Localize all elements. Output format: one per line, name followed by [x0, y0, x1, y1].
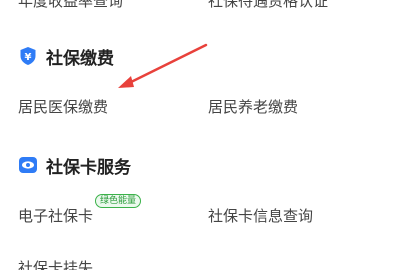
- card-info-query-link[interactable]: 社保卡信息查询: [208, 206, 313, 226]
- red-arrow-annotation: [118, 43, 208, 88]
- social-security-services-page: 年度收益率查询 社保待遇资格认证 ¥ 社保缴费 居民医保缴费 居民养老缴费 社保…: [0, 0, 405, 270]
- svg-text:¥: ¥: [25, 52, 32, 63]
- card-eye-icon: [18, 155, 38, 175]
- section-title: 社保缴费: [46, 48, 114, 69]
- section-title: 社保卡服务: [46, 157, 131, 178]
- section-header-payment: ¥ 社保缴费: [18, 44, 114, 69]
- green-energy-badge: 绿色能量: [95, 194, 142, 208]
- resident-medical-insurance-payment-link[interactable]: 居民医保缴费: [18, 97, 108, 117]
- card-loss-report-link[interactable]: 社保卡挂失: [18, 258, 93, 270]
- resident-pension-payment-link[interactable]: 居民养老缴费: [208, 97, 298, 117]
- annual-yield-query-link[interactable]: 年度收益率查询: [18, 0, 123, 11]
- electronic-social-security-card-link[interactable]: 电子社保卡: [18, 206, 93, 226]
- benefit-qualification-link[interactable]: 社保待遇资格认证: [208, 0, 328, 11]
- section-header-card-services: 社保卡服务: [18, 153, 131, 178]
- shield-yen-icon: ¥: [18, 46, 38, 66]
